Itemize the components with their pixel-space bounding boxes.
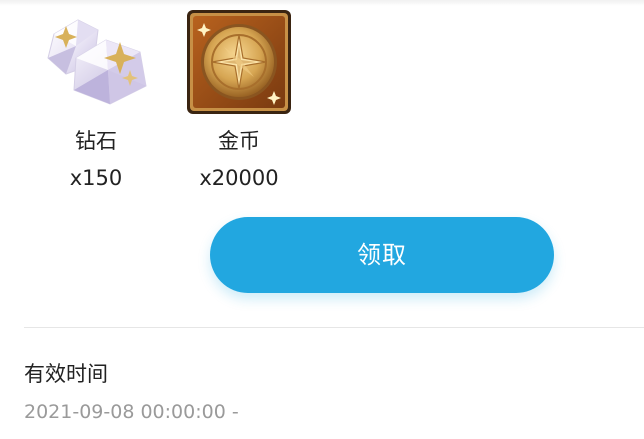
validity-label: 有效时间	[24, 362, 108, 386]
reward-quantity: x20000	[199, 166, 279, 190]
top-shadow	[0, 0, 644, 6]
reward-name: 金币	[218, 129, 260, 153]
gold-coin-icon	[187, 10, 291, 114]
divider	[24, 327, 644, 328]
diamond-icon	[47, 19, 147, 105]
claim-button[interactable]: 领取	[210, 217, 554, 293]
reward-name: 钻石	[75, 129, 117, 153]
reward-claim-page: 钻石 x150 金币 x20000 领取 有效时间 2021-09-08 00:…	[0, 0, 644, 439]
reward-quantity: x150	[69, 166, 123, 190]
validity-value: 2021-09-08 00:00:00 -	[24, 401, 239, 423]
